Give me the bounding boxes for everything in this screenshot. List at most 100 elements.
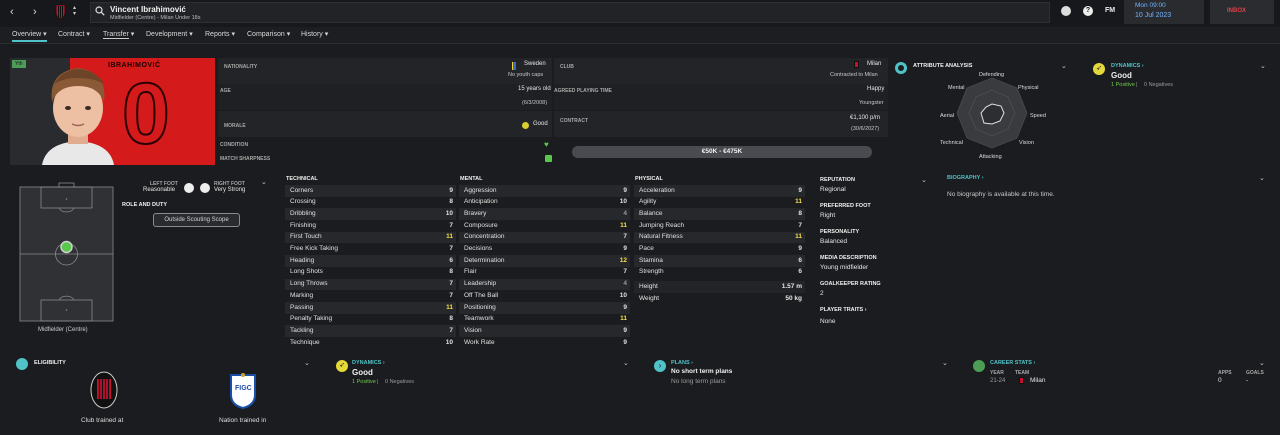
club-value[interactable]: Milan: [867, 61, 881, 67]
attribute-name: Anticipation: [464, 198, 498, 206]
attribute-row[interactable]: Bravery 4: [459, 208, 630, 221]
attribute-row[interactable]: Decisions 9: [459, 244, 630, 256]
left-foot-value: Reasonable: [143, 187, 176, 193]
dynamics-title[interactable]: DYNAMICS ›: [1111, 63, 1144, 69]
tab-reports[interactable]: Reports ▾: [205, 30, 235, 38]
attr-label-technical: Technical: [940, 140, 963, 146]
pitch-diagram[interactable]: [19, 182, 114, 322]
attribute-row[interactable]: Agility 11: [634, 197, 805, 209]
help-icon[interactable]: ?: [1083, 6, 1093, 16]
attribute-value: 8: [798, 209, 802, 217]
chevron-down-icon[interactable]: ⌄: [942, 359, 948, 367]
attribute-row[interactable]: Work Rate 9: [459, 337, 630, 349]
attribute-row[interactable]: First Touch 11: [285, 231, 456, 244]
attribute-row[interactable]: Teamwork 11: [459, 314, 630, 326]
attribute-row[interactable]: Corners 9: [285, 185, 456, 197]
attribute-row[interactable]: Pace 9: [634, 244, 805, 256]
chevron-down-icon[interactable]: ⌄: [921, 176, 927, 184]
mental-title: MENTAL: [460, 176, 483, 182]
height-label: Height: [639, 282, 658, 290]
tab-comparison[interactable]: Comparison ▾: [247, 30, 290, 38]
attribute-row[interactable]: Tackling 7: [285, 325, 456, 338]
attribute-row[interactable]: Long Throws 7: [285, 278, 456, 291]
weight-value: 50 kg: [785, 294, 802, 302]
game-manager-icon[interactable]: [1061, 6, 1071, 16]
attribute-row[interactable]: Dribbling 10: [285, 208, 456, 221]
attribute-value: 8: [449, 315, 453, 323]
attribute-row[interactable]: Technique 10: [285, 337, 456, 349]
attribute-row[interactable]: Vision 9: [459, 325, 630, 338]
attribute-row[interactable]: Balance 8: [634, 208, 805, 221]
dynamics-title[interactable]: DYNAMICS ›: [352, 360, 385, 366]
attribute-row[interactable]: Composure 11: [459, 220, 630, 232]
nationality-value[interactable]: Sweden: [524, 61, 546, 67]
attribute-value: 7: [449, 280, 453, 288]
morale-value[interactable]: Good: [533, 121, 548, 127]
attribute-row[interactable]: Long Shots 8: [285, 267, 456, 279]
attribute-row[interactable]: Acceleration 9: [634, 185, 805, 197]
attribute-row[interactable]: Free Kick Taking 7: [285, 244, 456, 256]
attribute-row[interactable]: Passing 11: [285, 302, 456, 314]
tab-transfer[interactable]: Transfer ▾: [103, 30, 134, 39]
attribute-name: Dribbling: [290, 209, 316, 217]
forward-arrow-icon[interactable]: ›: [33, 6, 37, 18]
scouting-scope-button[interactable]: Outside Scouting Scope: [153, 213, 240, 227]
tab-history[interactable]: History ▾: [301, 30, 328, 38]
attribute-row[interactable]: Natural Fitness 11: [634, 231, 805, 244]
attribute-value: 6: [798, 268, 802, 276]
attribute-row[interactable]: Crossing 8: [285, 197, 456, 209]
sort-up-down-icon[interactable]: ▴ ▾: [73, 5, 76, 17]
chevron-down-icon[interactable]: ⌄: [261, 178, 267, 186]
tab-label: Comparison: [247, 31, 285, 38]
inbox-button[interactable]: INBOX: [1210, 0, 1274, 24]
dynamics-top-panel: ➶ DYNAMICS › ⌄ Good 1 Positive | 0 Negat…: [1084, 58, 1274, 165]
attribute-row[interactable]: Determination 12: [459, 255, 630, 267]
attribute-row[interactable]: Finishing 7: [285, 220, 456, 232]
biography-title[interactable]: BIOGRAPHY ›: [947, 175, 984, 181]
attribute-row[interactable]: Heading 6: [285, 255, 456, 267]
chevron-down-icon[interactable]: ⌄: [1259, 359, 1265, 367]
attribute-row[interactable]: Marking 7: [285, 290, 456, 302]
chevron-down-icon[interactable]: ⌄: [1260, 62, 1266, 70]
attribute-row[interactable]: Penalty Taking 8: [285, 314, 456, 326]
career-stats-title[interactable]: CAREER STATS ›: [990, 360, 1035, 366]
tab-development[interactable]: Development ▾: [146, 30, 193, 38]
tab-label: Development: [146, 31, 188, 38]
club-trained-label: Club trained at: [81, 417, 124, 424]
plans-title[interactable]: PLANS ›: [671, 360, 693, 366]
age-box: [218, 84, 552, 110]
attribute-row[interactable]: Leadership 4: [459, 278, 630, 291]
tab-overview[interactable]: Overview ▾: [12, 30, 47, 42]
attribute-name: Stamina: [639, 256, 663, 264]
player-traits-link[interactable]: PLAYER TRAITS ›: [820, 307, 867, 313]
attribute-row[interactable]: Flair 7: [459, 267, 630, 279]
dynamics-status: Good: [1111, 71, 1132, 80]
continue-date-button[interactable]: Mon 09:00 10 Jul 2023: [1124, 0, 1204, 24]
fm-menu-button[interactable]: FM: [1105, 7, 1115, 14]
attribute-name: Finishing: [290, 221, 317, 229]
attribute-row[interactable]: Concentration 7: [459, 231, 630, 244]
attribute-row[interactable]: Jumping Reach 7: [634, 220, 805, 232]
top-bar: ‹ › ▴ ▾ Vincent Ibrahimović Midfielder (C…: [0, 0, 1280, 27]
transfer-value-bar[interactable]: €50K - €475K: [572, 146, 872, 158]
chevron-down-icon[interactable]: ⌄: [304, 359, 310, 367]
attribute-row[interactable]: Aggression 9: [459, 185, 630, 197]
attribute-name: Strength: [639, 268, 664, 276]
date-day: Mon 09:00: [1135, 2, 1166, 9]
chevron-down-icon[interactable]: ⌄: [623, 359, 629, 367]
attribute-row[interactable]: Anticipation 10: [459, 197, 630, 209]
attr-label-mental: Mental: [948, 85, 965, 91]
back-arrow-icon[interactable]: ‹: [10, 6, 14, 18]
chevron-down-icon[interactable]: ⌄: [1259, 174, 1265, 182]
club-crest-icon[interactable]: [55, 4, 66, 20]
condition-heart-icon: ♥: [544, 140, 549, 149]
attribute-row[interactable]: Positioning 9: [459, 302, 630, 314]
chevron-down-icon[interactable]: ⌄: [1061, 62, 1067, 70]
career-team[interactable]: Milan: [1030, 377, 1046, 384]
wage-value[interactable]: €1,100 p/m: [850, 115, 880, 121]
attribute-row[interactable]: Stamina 6: [634, 255, 805, 267]
attribute-row[interactable]: Strength 6: [634, 267, 805, 279]
attribute-row[interactable]: Off The Ball 10: [459, 290, 630, 302]
tab-contract[interactable]: Contract ▾: [58, 30, 90, 38]
player-search-box[interactable]: Vincent Ibrahimović Midfielder (Centre) …: [90, 2, 1050, 23]
